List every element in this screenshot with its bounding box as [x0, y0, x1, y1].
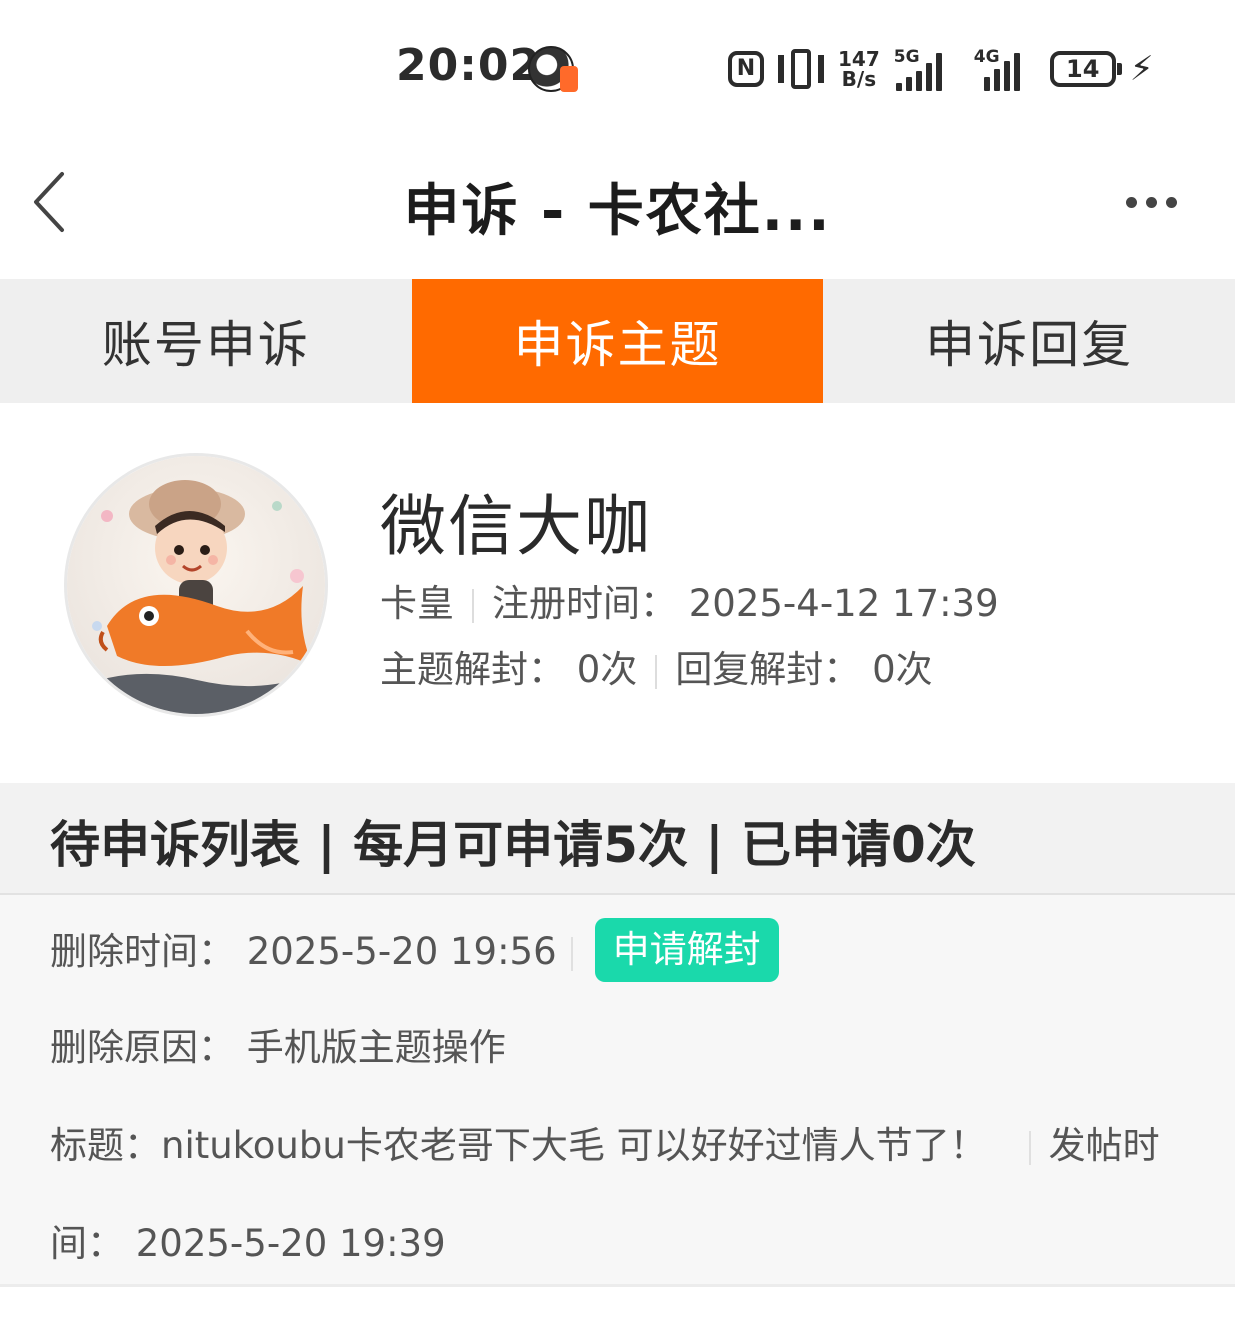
divider: [655, 654, 658, 689]
username: 微信大咖: [380, 488, 652, 565]
tab-reply-appeal[interactable]: 申诉回复: [823, 279, 1235, 403]
network-speed-unit: B/s: [841, 67, 877, 91]
battery-icon: 14: [1049, 51, 1122, 87]
register-time: 注册时间： 2025-4-12 17:39: [492, 582, 999, 625]
status-bar: 20:02 N 147 B/s 5G 4G 14 ⚡︎: [0, 0, 1235, 140]
pending-appeal-list-header: 待申诉列表 | 每月可申请5次 | 已申请0次: [0, 783, 1235, 895]
user-level: 卡皇: [380, 582, 454, 625]
title-row: 标题：nitukoubu卡农老哥下大毛 可以好好过情人节了！ 发帖时: [50, 1115, 1160, 1169]
delete-time: 删除时间： 2025-5-20 19:56: [50, 930, 557, 973]
divider: [1028, 1130, 1031, 1165]
charging-bolt-icon: ⚡︎: [1129, 49, 1154, 89]
divider: [472, 588, 474, 623]
list-header-title: 待申诉列表 | 每月可申请5次 | 已申请0次: [50, 816, 976, 874]
signal-5g-label: 5G: [893, 47, 920, 67]
notification-avatar-icon: [528, 46, 578, 92]
post-title: 标题：nitukoubu卡农老哥下大毛 可以好好过情人节了！: [50, 1124, 987, 1167]
signal-5g-icon: 5G: [894, 47, 960, 91]
avatar: [64, 453, 328, 717]
signal-4g-label: 4G: [973, 47, 1000, 67]
bottom-spacer: [0, 1287, 1235, 1327]
network-speed-value: 147: [838, 47, 880, 71]
signal-4g-icon: 4G: [974, 47, 1036, 91]
app-header: 申诉 - 卡农社...: [0, 140, 1235, 280]
topic-unban-count: 主题解封： 0次: [380, 648, 638, 691]
tab-bar: 账号申诉 申诉主题 申诉回复: [0, 279, 1235, 403]
page-title: 申诉 - 卡农社...: [403, 179, 832, 244]
post-time-prefix: 发帖时: [1048, 1124, 1160, 1167]
network-speed: 147 B/s: [838, 49, 880, 89]
profile-unban-line: 主题解封： 0次 回复解封： 0次: [380, 639, 933, 693]
list-item: 删除时间： 2025-5-20 19:56 申请解封 删除原因： 手机版主题操作 …: [0, 895, 1235, 1287]
delete-time-row: 删除时间： 2025-5-20 19:56 申请解封: [50, 917, 779, 986]
tab-topic-appeal[interactable]: 申诉主题: [411, 279, 824, 403]
post-time: 间： 2025-5-20 19:39: [50, 1222, 446, 1265]
profile-card: 微信大咖 卡皇 注册时间： 2025-4-12 17:39 主题解封： 0次 回复解…: [0, 403, 1235, 783]
status-icons: N 147 B/s 5G 4G 14 ⚡︎: [728, 44, 1154, 94]
tab-account-appeal[interactable]: 账号申诉: [0, 279, 412, 403]
reply-unban-count: 回复解封： 0次: [675, 648, 933, 691]
more-dots-icon[interactable]: [1126, 192, 1186, 212]
apply-unban-button[interactable]: 申请解封: [594, 917, 779, 982]
divider: [570, 936, 573, 971]
nfc-icon: N: [728, 51, 764, 87]
status-time: 20:02: [396, 40, 542, 91]
delete-reason: 删除原因： 手机版主题操作: [50, 1026, 506, 1069]
profile-meta-line: 卡皇 注册时间： 2025-4-12 17:39: [380, 573, 999, 627]
vibrate-icon: [778, 49, 824, 89]
